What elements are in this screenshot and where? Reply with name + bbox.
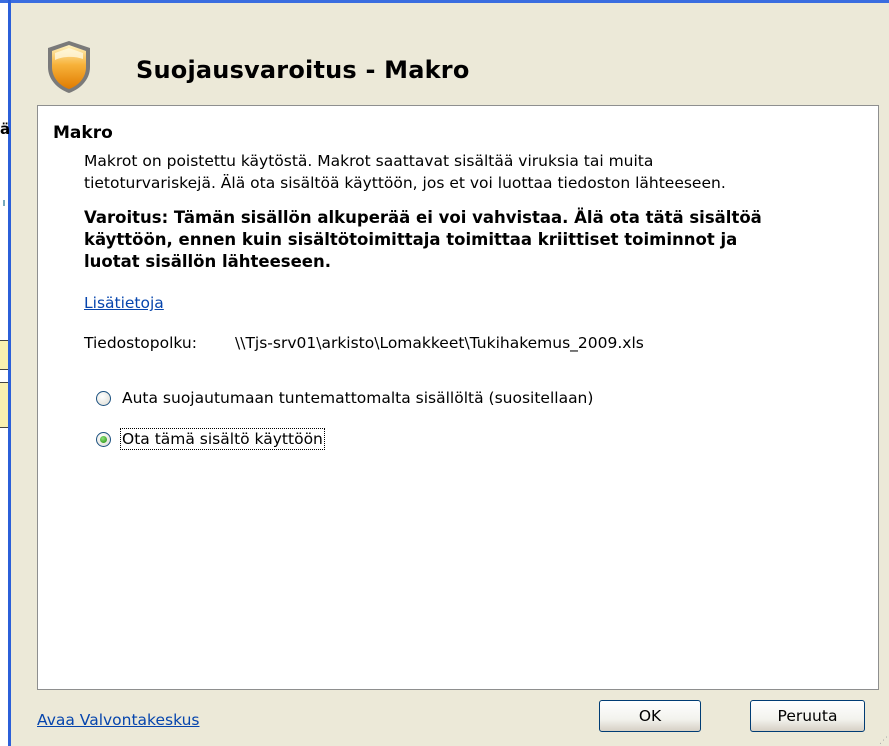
more-info-link[interactable]: Lisätietoja bbox=[84, 294, 164, 312]
option-protect[interactable]: Auta suojautumaan tuntemattomalta sisäll… bbox=[96, 387, 593, 409]
security-warning-dialog: Suojausvaroitus - Makro Makro Makrot on … bbox=[11, 3, 889, 746]
file-path-label: Tiedostopolku: bbox=[84, 334, 197, 352]
file-path-value: \\Tjs-srv01\arkisto\Lomakkeet\Tukihakemu… bbox=[235, 334, 644, 352]
message-panel: Makro Makrot on poistettu käytöstä. Makr… bbox=[37, 105, 879, 690]
trust-center-link[interactable]: Avaa Valvontakeskus bbox=[37, 711, 200, 729]
description-line: Makrot on poistettu käytöstä. Makrot saa… bbox=[84, 152, 654, 170]
warning-line: luotat sisällön lähteeseen. bbox=[84, 252, 331, 271]
warning-line: käyttöön, ennen kuin sisältötoimittaja t… bbox=[84, 230, 738, 249]
ok-button[interactable]: OK bbox=[599, 700, 701, 732]
warning-text: Varoitus: Tämän sisällön alkuperää ei vo… bbox=[84, 207, 874, 273]
macro-description: Makrot on poistettu käytöstä. Makrot saa… bbox=[84, 150, 874, 194]
option-protect-label[interactable]: Auta suojautumaan tuntemattomalta sisäll… bbox=[122, 389, 593, 407]
warning-line: Varoitus: Tämän sisällön alkuperää ei vo… bbox=[84, 208, 762, 227]
radio-button-protect[interactable] bbox=[96, 390, 111, 406]
background-text-fragment: ä bbox=[0, 120, 11, 138]
dialog-header: Suojausvaroitus - Makro bbox=[11, 3, 889, 103]
background-mark bbox=[3, 200, 5, 206]
background-cell bbox=[0, 340, 8, 370]
section-heading: Makro bbox=[53, 123, 113, 143]
radio-button-enable[interactable] bbox=[96, 431, 111, 447]
dialog-title: Suojausvaroitus - Makro bbox=[136, 56, 470, 84]
option-enable-label[interactable]: Ota tämä sisältö käyttöön bbox=[120, 428, 325, 450]
background-cell bbox=[0, 382, 8, 428]
option-enable-content[interactable]: Ota tämä sisältö käyttöön bbox=[96, 428, 325, 450]
cancel-button[interactable]: Peruuta bbox=[750, 700, 865, 732]
description-line: tietoturvariskejä. Älä ota sisältöä käyt… bbox=[84, 174, 726, 192]
shield-warning-icon bbox=[45, 39, 93, 95]
resize-grip[interactable]: ⋰ bbox=[879, 736, 888, 746]
